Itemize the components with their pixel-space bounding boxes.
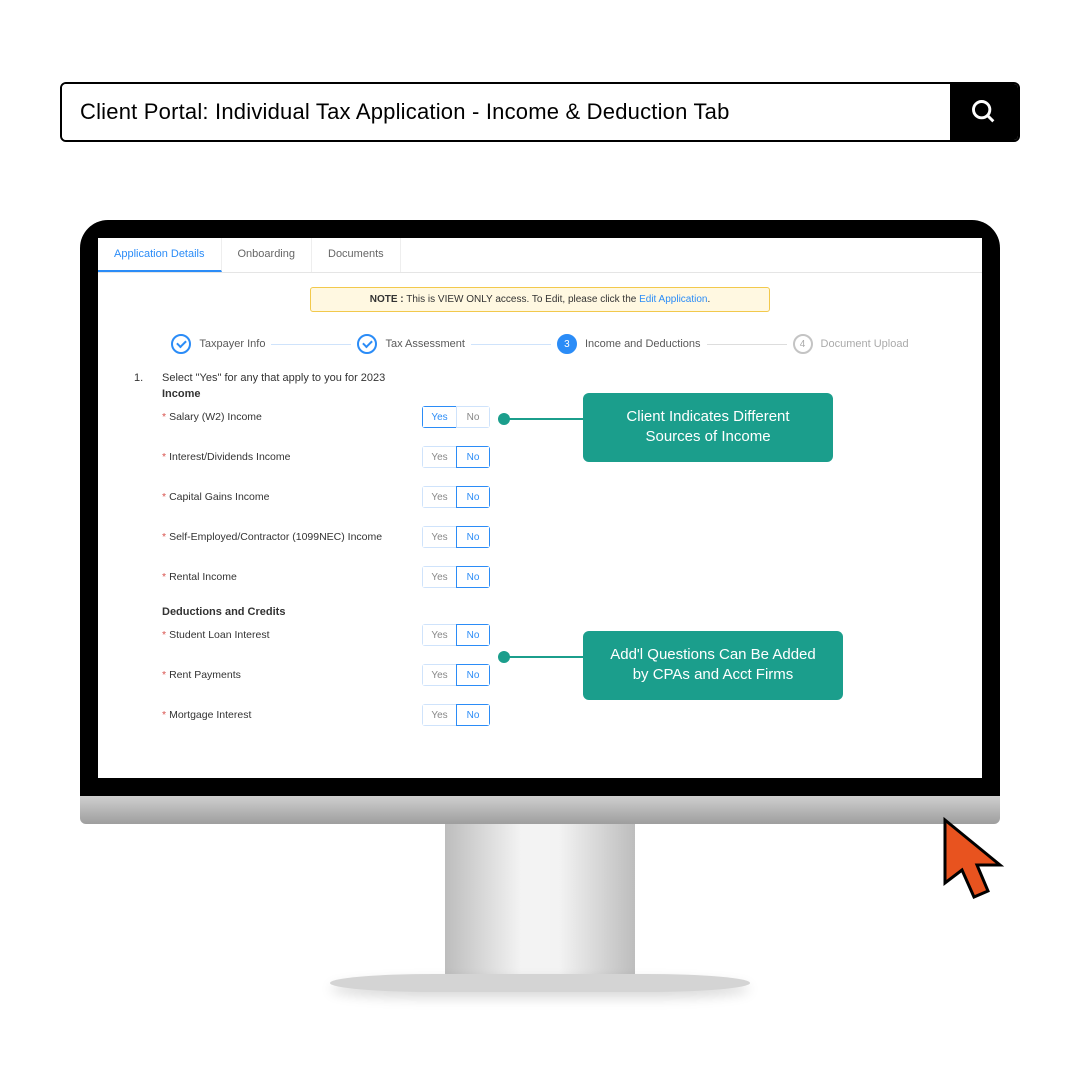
step-4-label: Document Upload [821, 338, 909, 350]
cursor-icon [940, 815, 1020, 910]
yes-button[interactable]: Yes [422, 704, 456, 726]
progress-stepper: Taxpayer Info Tax Assessment 3 Income an… [98, 334, 982, 354]
view-only-note: NOTE : This is VIEW ONLY access. To Edit… [310, 287, 770, 312]
no-button[interactable]: No [456, 624, 490, 646]
row-label: Salary (W2) Income [169, 411, 262, 423]
step-connector [271, 344, 351, 345]
yes-button[interactable]: Yes [422, 446, 456, 468]
search-icon [970, 98, 998, 126]
edit-application-link[interactable]: Edit Application [639, 294, 707, 305]
no-button[interactable]: No [456, 446, 490, 468]
step-connector [471, 344, 551, 345]
callout-income-sources: Client Indicates Different Sources of In… [583, 393, 833, 462]
question-number: 1. [134, 372, 150, 384]
row-mortgage-interest: *Mortgage Interest YesNo [162, 704, 946, 726]
row-self-employed: *Self-Employed/Contractor (1099NEC) Inco… [162, 526, 946, 548]
step-2-circle [357, 334, 377, 354]
question-text: Select "Yes" for any that apply to you f… [162, 372, 385, 384]
search-button[interactable] [950, 84, 1018, 140]
yes-button[interactable]: Yes [422, 664, 456, 686]
yes-button[interactable]: Yes [422, 624, 456, 646]
yes-button[interactable]: Yes [422, 526, 456, 548]
row-label: Mortgage Interest [169, 709, 251, 721]
yes-no-toggle: Yes No [422, 406, 490, 428]
note-body: This is VIEW ONLY access. To Edit, pleas… [404, 294, 639, 305]
no-button[interactable]: No [456, 704, 490, 726]
yes-button[interactable]: Yes [422, 406, 456, 428]
row-label: Rental Income [169, 571, 237, 583]
row-label: Student Loan Interest [169, 629, 269, 641]
step-2-label: Tax Assessment [385, 338, 464, 350]
no-button[interactable]: No [456, 566, 490, 588]
row-rental-income: *Rental Income YesNo [162, 566, 946, 588]
step-3-circle: 3 [557, 334, 577, 354]
tab-onboarding[interactable]: Onboarding [222, 238, 313, 272]
no-button[interactable]: No [456, 486, 490, 508]
callout-line [508, 418, 588, 420]
search-bar [60, 82, 1020, 142]
no-button[interactable]: No [456, 406, 490, 428]
app-tabs: Application Details Onboarding Documents [98, 238, 982, 273]
no-button[interactable]: No [456, 526, 490, 548]
step-4-circle: 4 [793, 334, 813, 354]
monitor-mockup: Application Details Onboarding Documents… [80, 220, 1000, 992]
row-label: Self-Employed/Contractor (1099NEC) Incom… [169, 531, 382, 543]
row-label: Rent Payments [169, 669, 241, 681]
yes-button[interactable]: Yes [422, 566, 456, 588]
row-label: Interest/Dividends Income [169, 451, 290, 463]
step-3-label: Income and Deductions [585, 338, 701, 350]
no-button[interactable]: No [456, 664, 490, 686]
tab-documents[interactable]: Documents [312, 238, 401, 272]
row-capital-gains: *Capital Gains Income YesNo [162, 486, 946, 508]
row-label: Capital Gains Income [169, 491, 269, 503]
search-input[interactable] [62, 84, 950, 140]
yes-button[interactable]: Yes [422, 486, 456, 508]
tab-application-details[interactable]: Application Details [98, 238, 222, 272]
step-1-label: Taxpayer Info [199, 338, 265, 350]
step-connector [707, 344, 787, 345]
step-1-circle [171, 334, 191, 354]
deductions-section-title: Deductions and Credits [162, 606, 946, 618]
callout-additional-questions: Add'l Questions Can Be Added by CPAs and… [583, 631, 843, 700]
callout-line [508, 656, 588, 658]
note-prefix: NOTE : [370, 294, 404, 305]
